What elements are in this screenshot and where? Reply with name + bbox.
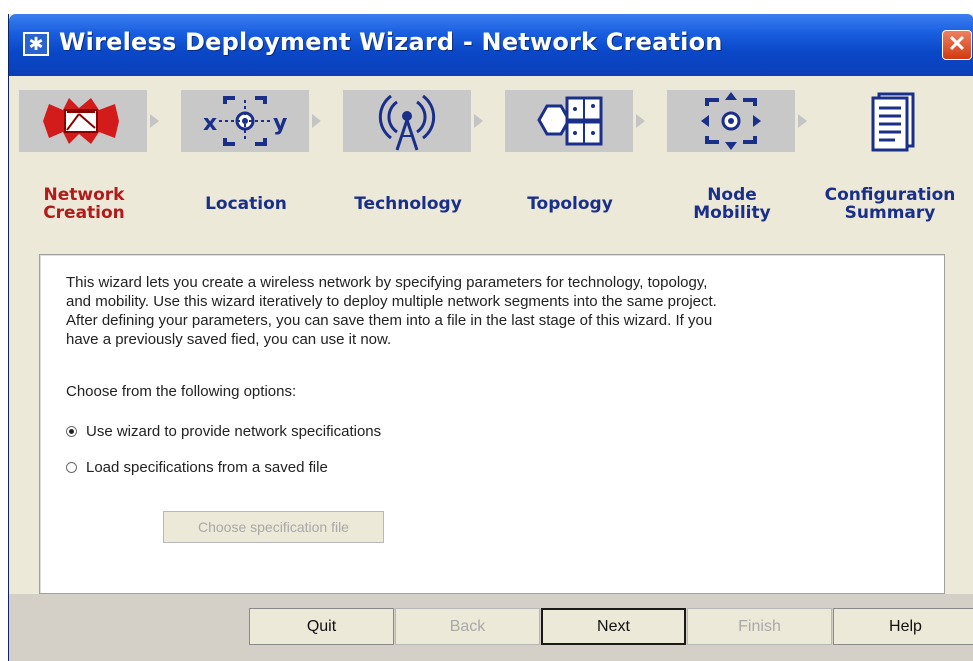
intro-text: This wizard lets you create a wireless n… [66, 274, 717, 348]
close-button[interactable]: ✕ [942, 30, 972, 60]
button-bar: Quit Back Next Finish Help [9, 594, 973, 661]
step-network-creation: Network Creation [19, 90, 169, 260]
help-button[interactable]: Help [833, 608, 973, 645]
svg-text:x: x [203, 111, 217, 136]
option-use-wizard-label: Use wizard to provide network specificat… [86, 423, 382, 440]
node-mobility-icon [701, 92, 761, 150]
title-bar[interactable]: ✱ Wireless Deployment Wizard - Network C… [9, 14, 973, 76]
option-load-file-label: Load specifications from a saved file [86, 459, 328, 476]
choose-specification-file-button[interactable]: Choose specification file [163, 511, 384, 543]
quit-button[interactable]: Quit [249, 608, 394, 645]
step-configuration-summary: Configuration Summary [825, 90, 973, 260]
option-load-file[interactable]: Load specifications from a saved file [66, 459, 328, 476]
app-icon: ✱ [23, 32, 49, 56]
step-node-mobility: Node Mobility [667, 90, 817, 260]
step-technology: Technology [343, 90, 493, 260]
document-icon [871, 92, 915, 152]
step-arrow [636, 114, 645, 128]
step-arrow [474, 114, 483, 128]
finish-button[interactable]: Finish [687, 608, 832, 645]
radio-load-file[interactable] [66, 462, 77, 473]
topology-icon [537, 96, 603, 146]
step-location: x y Location [181, 90, 331, 260]
location-icon: x y [203, 96, 287, 146]
antenna-icon [378, 94, 436, 151]
options-prompt: Choose from the following options: [66, 383, 297, 400]
radio-use-wizard[interactable] [66, 426, 77, 437]
step-label-technology: Technology [354, 194, 462, 214]
step-label-configuration-summary: Configuration Summary [824, 185, 956, 223]
step-arrow [150, 114, 159, 128]
wizard-steps: Network Creation x y Location Technology… [19, 90, 973, 270]
step-arrow [798, 114, 807, 128]
back-button[interactable]: Back [395, 608, 540, 645]
step-label-network-creation: Network Creation [43, 185, 125, 223]
step-label-topology: Topology [527, 194, 613, 214]
svg-text:y: y [273, 111, 287, 136]
next-button[interactable]: Next [541, 608, 686, 645]
option-use-wizard[interactable]: Use wizard to provide network specificat… [66, 423, 381, 440]
step-topology: Topology [505, 90, 655, 260]
network-creation-icon [43, 98, 119, 144]
content-panel: This wizard lets you create a wireless n… [39, 254, 945, 594]
step-label-node-mobility: Node Mobility [693, 185, 771, 223]
step-arrow [312, 114, 321, 128]
window-title: Wireless Deployment Wizard - Network Cre… [59, 28, 723, 56]
wizard-window: ✱ Wireless Deployment Wizard - Network C… [8, 14, 973, 661]
step-label-location: Location [205, 194, 287, 214]
